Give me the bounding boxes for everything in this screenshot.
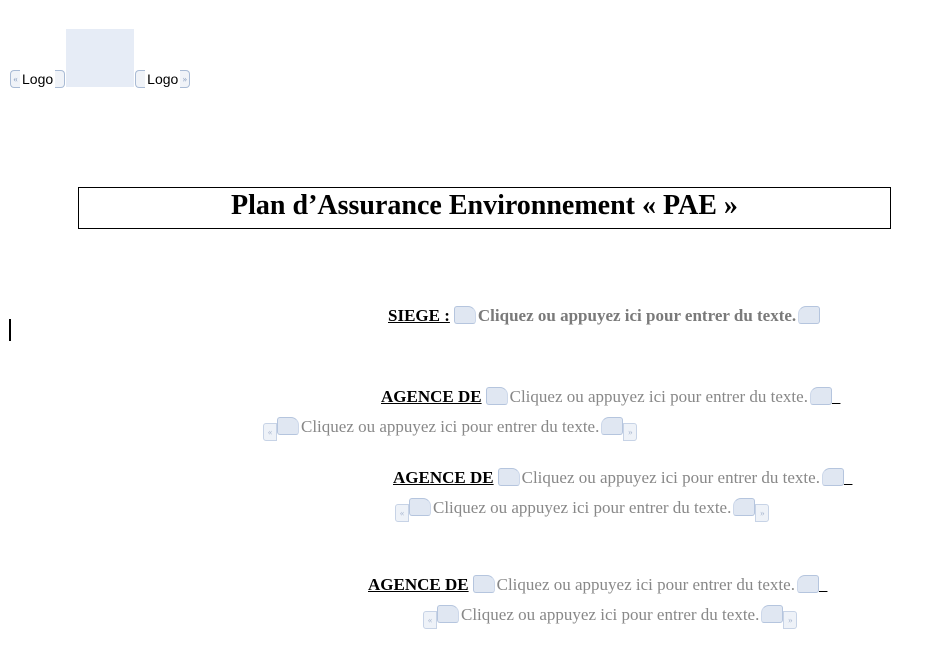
trailing-underline [819,575,828,594]
document-title: Plan d’Assurance Environnement « PAE » [231,190,738,221]
cc-cap-right-icon: » [623,423,637,441]
logo-right-label: Logo [145,71,180,87]
cc-cap-left-icon [437,605,459,623]
agence-3-label: AGENCE DE [368,575,469,594]
siege-content-control[interactable]: Cliquez ou appuyez ici pour entrer du te… [454,303,820,326]
cc-cap-right-icon [601,417,623,435]
agence-1-address-line: « Cliquez ou appuyez ici pour entrer du … [0,414,938,438]
cc-cap-right-icon: » [783,611,797,629]
agence-3-address-line: « Cliquez ou appuyez ici pour entrer du … [0,602,938,626]
cc-cap-right-icon [761,605,783,623]
cc-cap-left-icon [454,306,476,324]
agence-3-address-control[interactable]: « Cliquez ou appuyez ici pour entrer du … [423,602,797,626]
agence-1-address-control[interactable]: « Cliquez ou appuyez ici pour entrer du … [263,414,637,438]
bracket-inner-open-icon [135,70,145,88]
logo-left-label: Logo [20,71,55,87]
agence-2-label: AGENCE DE [393,468,494,487]
bracket-inner-close-icon [55,70,65,88]
cc-cap-right-icon [797,575,819,593]
agence-2-line: AGENCE DE Cliquez ou appuyez ici pour en… [0,465,938,488]
agence-3-placeholder[interactable]: Cliquez ou appuyez ici pour entrer du te… [495,575,797,595]
agence-1-content-control[interactable]: Cliquez ou appuyez ici pour entrer du te… [486,384,832,407]
logo-image-placeholder[interactable] [66,29,134,87]
agence-3-address-placeholder[interactable]: Cliquez ou appuyez ici pour entrer du te… [459,605,761,625]
cc-cap-right-icon: » [755,504,769,522]
cc-cap-left-icon [486,387,508,405]
cc-cap-right-icon [810,387,832,405]
siege-line: SIEGE : Cliquez ou appuyez ici pour entr… [0,303,938,326]
agence-1-line: AGENCE DE Cliquez ou appuyez ici pour en… [0,384,938,407]
logo-row: « Logo Logo » [10,50,190,108]
siege-colon: : [440,306,450,325]
cc-cap-left-icon: « [395,504,409,522]
siege-label: SIEGE [388,306,440,325]
agence-3-content-control[interactable]: Cliquez ou appuyez ici pour entrer du te… [473,572,819,595]
trailing-underline [844,468,853,487]
agence-2-content-control[interactable]: Cliquez ou appuyez ici pour entrer du te… [498,465,844,488]
agence-2-placeholder[interactable]: Cliquez ou appuyez ici pour entrer du te… [520,468,822,488]
cc-cap-right-icon [733,498,755,516]
cc-cap-left-icon: « [263,423,277,441]
bracket-open-icon: « [10,70,20,88]
agence-1-placeholder[interactable]: Cliquez ou appuyez ici pour entrer du te… [508,387,810,407]
bracket-close-icon: » [180,70,190,88]
agence-2-address-placeholder[interactable]: Cliquez ou appuyez ici pour entrer du te… [431,498,733,518]
cc-cap-right-icon [798,306,820,324]
trailing-underline [832,387,841,406]
agence-2-address-control[interactable]: « Cliquez ou appuyez ici pour entrer du … [395,495,769,519]
cc-cap-left-icon [498,468,520,486]
agence-1-address-placeholder[interactable]: Cliquez ou appuyez ici pour entrer du te… [299,417,601,437]
agence-1-label: AGENCE DE [381,387,482,406]
agence-2-address-line: « Cliquez ou appuyez ici pour entrer du … [0,495,938,519]
cc-cap-left-icon [277,417,299,435]
cc-cap-left-icon [473,575,495,593]
agence-3-line: AGENCE DE Cliquez ou appuyez ici pour en… [0,572,938,595]
cc-cap-left-icon [409,498,431,516]
cc-cap-right-icon [822,468,844,486]
cc-cap-left-icon: « [423,611,437,629]
siege-placeholder[interactable]: Cliquez ou appuyez ici pour entrer du te… [476,306,798,326]
title-box: Plan d’Assurance Environnement « PAE » [78,187,891,229]
